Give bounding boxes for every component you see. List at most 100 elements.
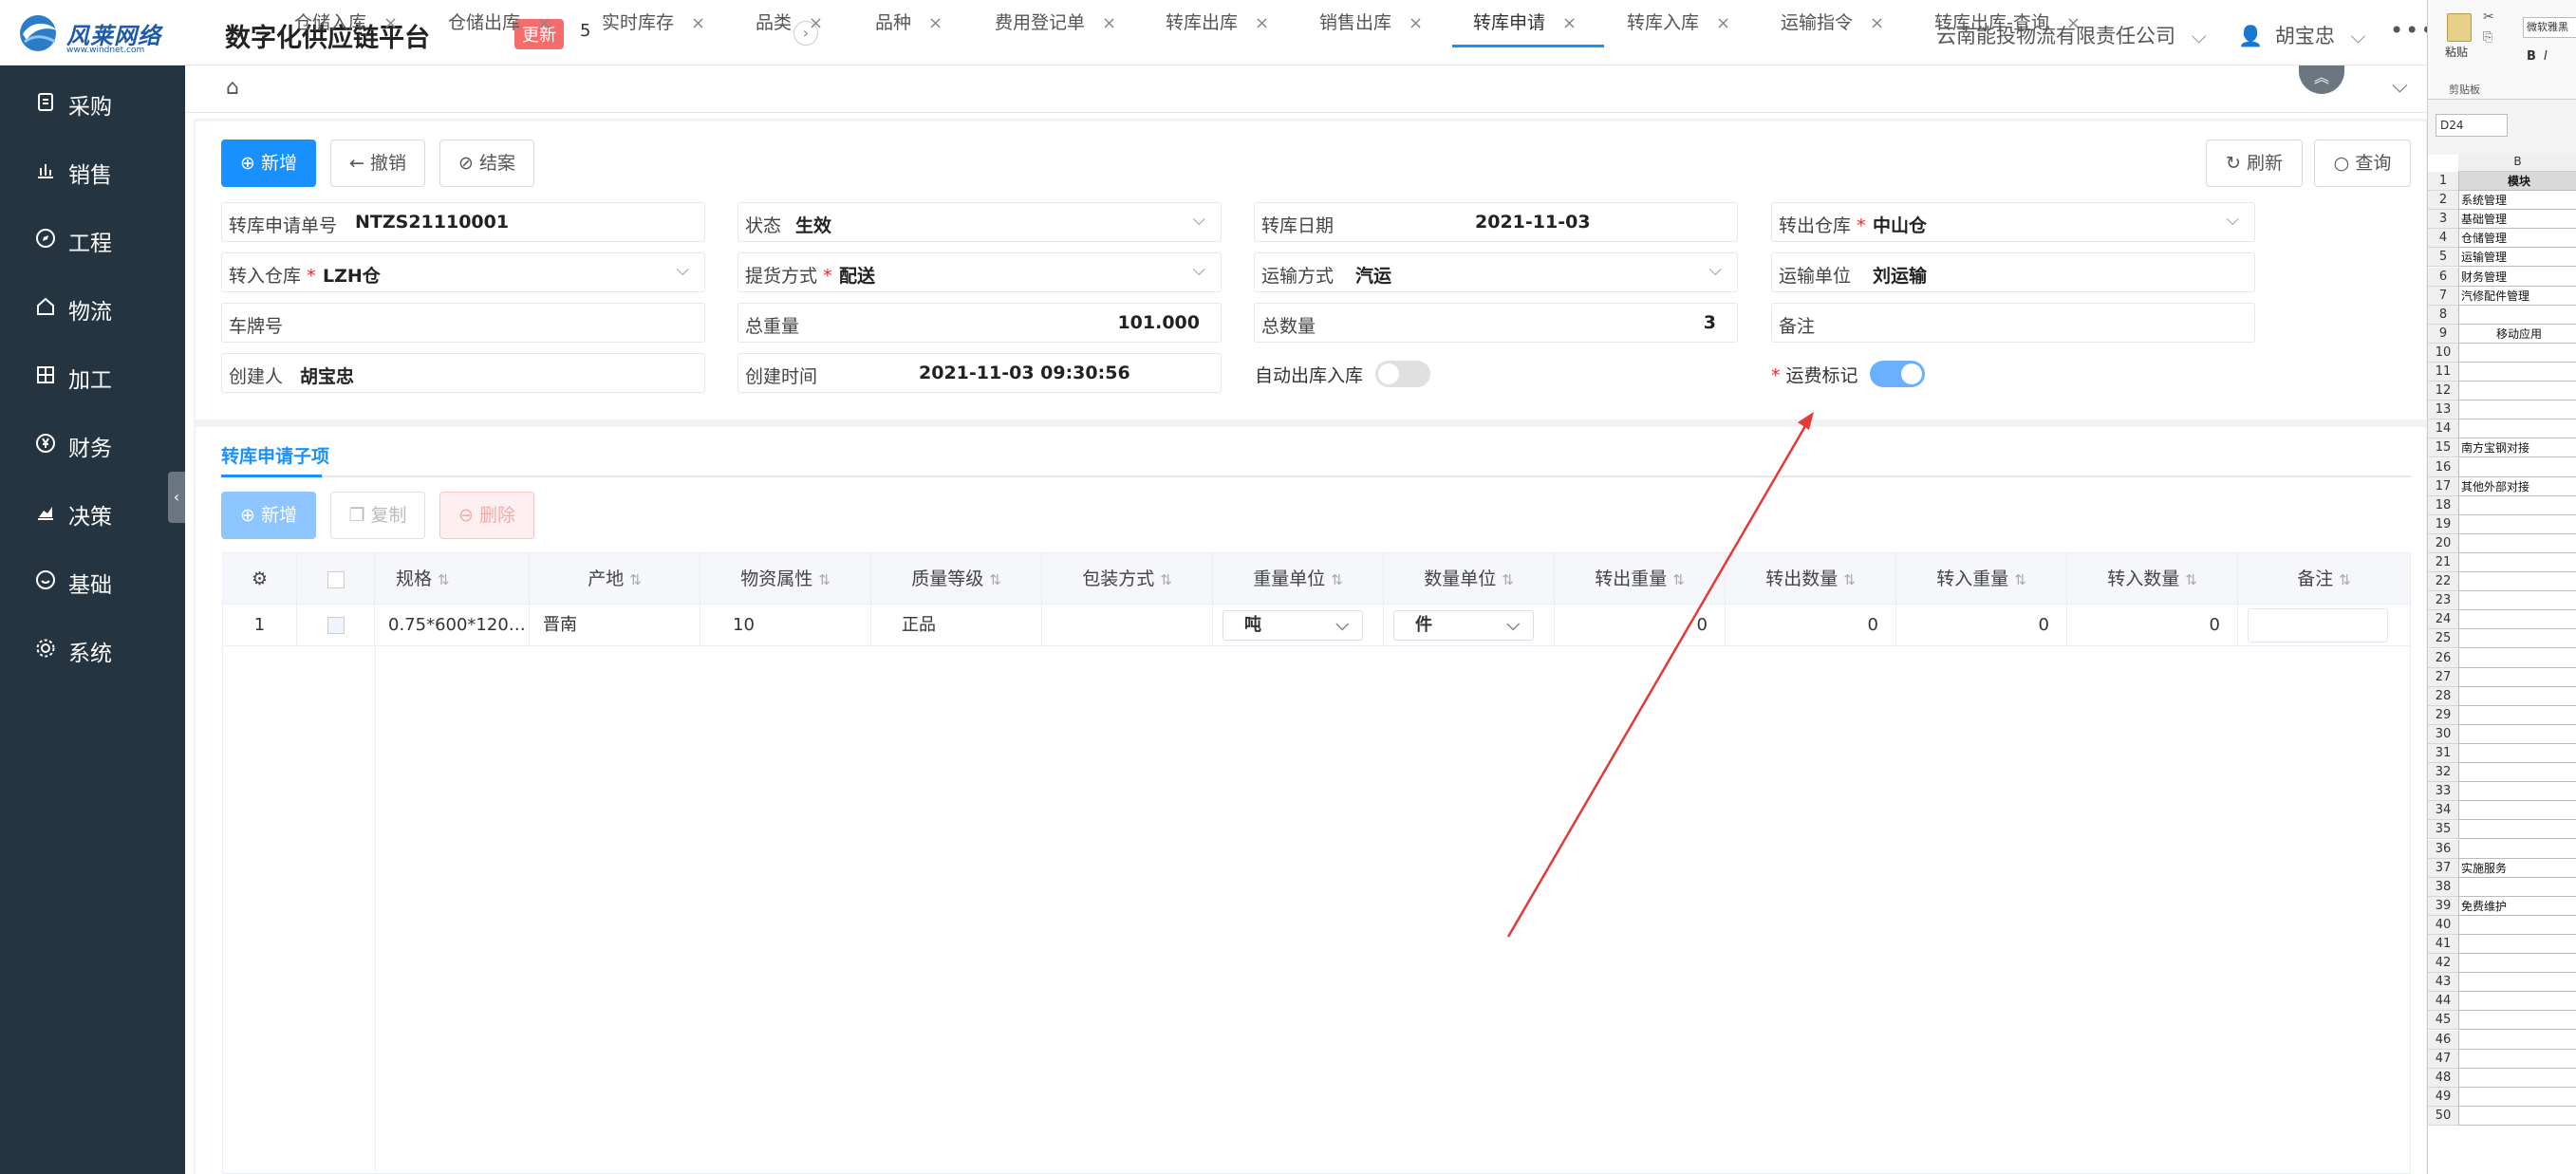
excel-cell[interactable] (2458, 1068, 2576, 1088)
sidebar-item-processing[interactable]: 加工 (0, 356, 185, 394)
excel-cell[interactable] (2458, 724, 2576, 744)
excel-cell[interactable]: 系统管理 (2458, 191, 2576, 211)
column-header-in-qty[interactable]: 转入数量 ⇅ (2067, 553, 2238, 605)
close-icon[interactable]: × (1409, 13, 1423, 33)
home-tab-icon[interactable]: ⌂ (226, 76, 239, 100)
excel-row-number[interactable]: 36 (2428, 839, 2458, 859)
sub-new-button[interactable]: ⊕ 新增 (221, 492, 316, 539)
sub-copy-button[interactable]: ❐ 复制 (330, 492, 425, 539)
tab-category[interactable]: 品类 × (756, 0, 823, 47)
excel-row-number[interactable]: 43 (2428, 973, 2458, 993)
paste-label[interactable]: 粘贴 (2445, 44, 2468, 60)
excel-cell[interactable] (2458, 610, 2576, 630)
excel-cell[interactable] (2458, 705, 2576, 725)
column-header-b[interactable]: B (2458, 155, 2576, 172)
excel-row-number[interactable]: 30 (2428, 724, 2458, 744)
excel-cell[interactable] (2458, 935, 2576, 955)
sort-icon[interactable]: ⇅ (1843, 571, 1856, 588)
close-icon[interactable]: × (1716, 13, 1730, 33)
excel-cell[interactable] (2458, 973, 2576, 993)
tab-transfer-in[interactable]: 转库入库 × (1627, 0, 1730, 47)
excel-name-box[interactable]: D24 (2436, 114, 2508, 137)
column-header-in-weight[interactable]: 转入重量 ⇅ (1896, 553, 2067, 605)
remark-input[interactable] (2248, 608, 2388, 643)
cut-icon[interactable]: ✂ (2483, 9, 2494, 25)
user-menu[interactable]: 👤 胡宝忠 ⌵ (2238, 21, 2365, 49)
excel-cell[interactable] (2458, 1011, 2576, 1031)
close-icon[interactable]: × (2066, 13, 2081, 33)
freight-flag-toggle[interactable] (1870, 361, 1925, 387)
excel-row-number[interactable]: 19 (2428, 514, 2458, 534)
excel-row-number[interactable]: 3 (2428, 210, 2458, 230)
font-select[interactable]: 微软雅黑 (2523, 17, 2576, 38)
tab-transfer-apply[interactable]: 转库申请 × (1452, 0, 1604, 47)
sub-delete-button[interactable]: ⊖ 删除 (439, 492, 534, 539)
weight-unit-select[interactable]: 吨 ⌵ (1223, 610, 1363, 641)
sort-icon[interactable]: ⇅ (1160, 571, 1172, 588)
excel-cell[interactable] (2458, 495, 2576, 515)
excel-row-number[interactable]: 34 (2428, 801, 2458, 821)
excel-cell[interactable] (2458, 401, 2576, 420)
sidebar-item-decision[interactable]: 决策 (0, 493, 185, 531)
tab-transport-order[interactable]: 运输指令 × (1781, 0, 1884, 47)
excel-cell[interactable] (2458, 363, 2576, 382)
excel-cell[interactable] (2458, 1106, 2576, 1126)
excel-row-number[interactable]: 32 (2428, 763, 2458, 783)
excel-row-number[interactable]: 17 (2428, 476, 2458, 496)
excel-row-number[interactable]: 5 (2428, 248, 2458, 268)
excel-cell[interactable]: 仓储管理 (2458, 229, 2576, 249)
excel-cell[interactable] (2458, 686, 2576, 706)
tab-transfer-out-query[interactable]: 转库出库-查询 × (1934, 0, 2081, 47)
tab-storage-in[interactable]: 仓储入库 × (294, 0, 398, 47)
bold-button[interactable]: B (2527, 49, 2536, 64)
excel-row-number[interactable]: 14 (2428, 419, 2458, 439)
cell-origin[interactable]: 晋南 (530, 605, 700, 646)
excel-cell[interactable] (2458, 305, 2576, 325)
select-all-checkbox[interactable] (327, 570, 345, 588)
close-icon[interactable]: × (1255, 13, 1269, 33)
excel-row-number[interactable]: 7 (2428, 286, 2458, 306)
column-header-origin[interactable]: 产地 ⇅ (530, 553, 700, 605)
out-warehouse-select[interactable]: 转出仓库 * 中山仓 ⌵ (1771, 202, 2255, 242)
cell-spec[interactable]: 0.75*600*120… (375, 605, 530, 646)
excel-cell[interactable] (2458, 820, 2576, 840)
excel-row-number[interactable]: 8 (2428, 305, 2458, 325)
excel-cell[interactable]: 财务管理 (2458, 267, 2576, 287)
excel-row-number[interactable]: 2 (2428, 191, 2458, 211)
excel-row-number[interactable]: 42 (2428, 954, 2458, 974)
sort-icon[interactable]: ⇅ (1331, 571, 1343, 588)
excel-row-number[interactable]: 49 (2428, 1087, 2458, 1107)
excel-row-number[interactable]: 41 (2428, 935, 2458, 955)
sidebar-item-system[interactable]: 系统 (0, 629, 185, 667)
refresh-button[interactable]: ↻ 刷新 (2206, 140, 2303, 187)
excel-cell[interactable] (2458, 553, 2576, 573)
sort-icon[interactable]: ⇅ (989, 571, 1001, 588)
excel-row-number[interactable]: 29 (2428, 705, 2458, 725)
excel-row-number[interactable]: 44 (2428, 992, 2458, 1012)
excel-row-number[interactable]: 31 (2428, 744, 2458, 764)
plate-field[interactable]: 车牌号 (221, 303, 705, 343)
excel-row-number[interactable]: 11 (2428, 363, 2458, 382)
apply-no-field[interactable]: 转库申请单号 NTZS21110001 (221, 202, 705, 242)
sort-icon[interactable]: ⇅ (2014, 571, 2026, 588)
excel-row-number[interactable]: 12 (2428, 382, 2458, 401)
sidebar-item-purchase[interactable]: 采购 (0, 83, 185, 121)
excel-row-number[interactable]: 38 (2428, 877, 2458, 897)
excel-row-number[interactable]: 9 (2428, 324, 2458, 344)
cell-attr[interactable]: 10 (700, 605, 871, 646)
close-icon[interactable]: × (1870, 13, 1884, 33)
close-icon[interactable]: × (1102, 13, 1116, 33)
excel-row-number[interactable]: 46 (2428, 1030, 2458, 1050)
sidebar-item-logistics[interactable]: 物流 (0, 288, 185, 326)
excel-row-number[interactable]: 25 (2428, 629, 2458, 649)
sort-icon[interactable]: ⇅ (2185, 571, 2197, 588)
cell-in-qty[interactable]: 0 (2067, 605, 2238, 646)
column-header-spec[interactable]: 规格 ⇅ (375, 553, 530, 605)
excel-cell[interactable] (2458, 629, 2576, 649)
excel-row-number[interactable]: 21 (2428, 553, 2458, 573)
sub-items-tab[interactable]: 转库申请子项 (221, 442, 329, 468)
excel-cell[interactable] (2458, 954, 2576, 974)
new-button[interactable]: ⊕ 新增 (221, 140, 316, 187)
italic-button[interactable]: I (2544, 49, 2548, 64)
column-header-grade[interactable]: 质量等级 ⇅ (871, 553, 1042, 605)
